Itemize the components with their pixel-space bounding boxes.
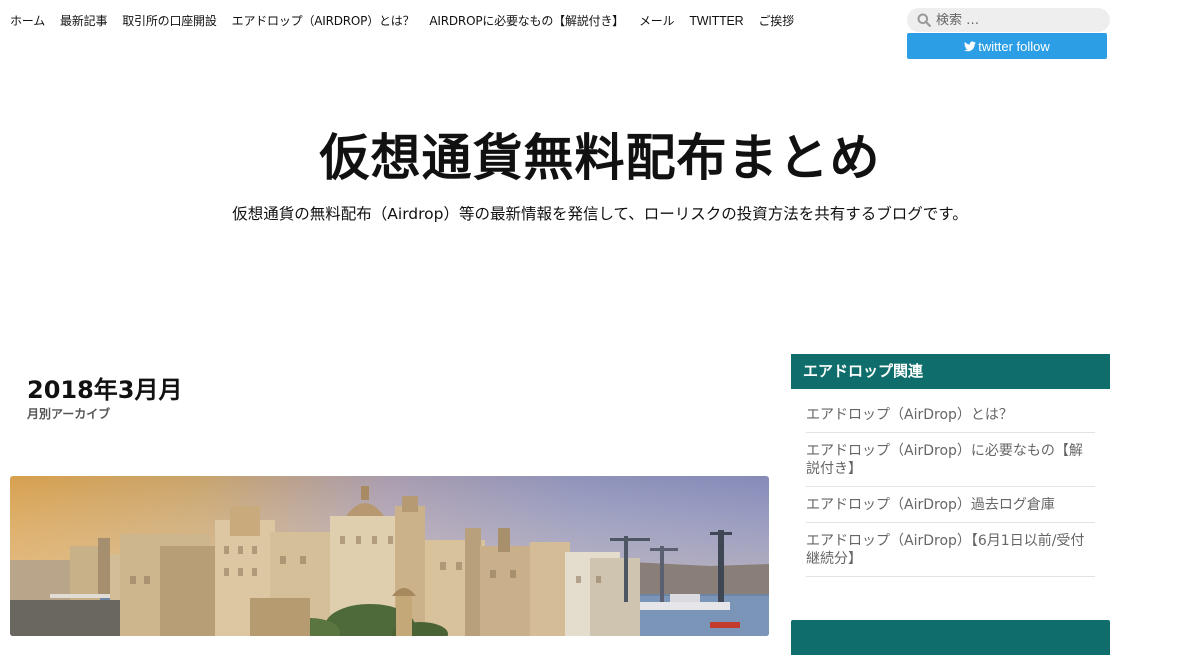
search-input[interactable] [936,12,1096,28]
widget-link-airdrop-archive[interactable]: エアドロップ（AirDrop）過去ログ倉庫 [806,487,1095,523]
widget-link-list: エアドロップ（AirDrop）とは？ エアドロップ（AirDrop）に必要なもの… [791,389,1110,577]
nav-item-exchange-account[interactable]: 取引所の口座開設 [122,12,217,29]
widget-link-airdrop-ongoing[interactable]: エアドロップ（AirDrop）【6月1日以前/受付継続分】 [806,523,1095,577]
nav-item-airdrop-requirements[interactable]: AIRDROPに必要なもの【解説付き】 [429,12,624,29]
nav-item-mail[interactable]: メール [639,12,675,29]
sidebar-widget-2-header [791,620,1110,655]
widget-link-what-is-airdrop[interactable]: エアドロップ（AirDrop）とは？ [806,397,1095,433]
site-title[interactable]: 仮想通貨無料配布まとめ [0,118,1200,190]
nav-item-what-is-airdrop[interactable]: エアドロップ（AIRDROP）とは？ [232,12,415,29]
archive-subtitle: 月別アーカイブ [27,407,111,421]
featured-post-image[interactable] [10,476,769,636]
top-navigation: ホーム 最新記事 取引所の口座開設 エアドロップ（AIRDROP）とは？ AIR… [10,12,794,29]
widget-link-airdrop-requirements[interactable]: エアドロップ（AirDrop）に必要なもの【解説付き】 [806,433,1095,487]
nav-item-latest-posts[interactable]: 最新記事 [60,12,107,29]
sidebar-widget-airdrop: エアドロップ関連 エアドロップ（AirDrop）とは？ エアドロップ（AirDr… [791,354,1110,577]
nav-item-greeting[interactable]: ご挨拶 [759,12,795,29]
search-box [907,8,1110,32]
search-icon [917,13,931,27]
widget-title: エアドロップ関連 [791,354,1110,389]
nav-item-home[interactable]: ホーム [10,12,45,29]
nav-item-twitter[interactable]: TWITTER [689,14,743,28]
twitter-follow-label: twitter follow [978,38,1050,54]
twitter-bird-icon [964,41,977,51]
site-description: 仮想通貨の無料配布（Airdrop）等の最新情報を発信して、ローリスクの投資方法… [232,205,968,223]
twitter-follow-button[interactable]: twitter follow [907,33,1107,59]
archive-title: 2018年3月月 [27,376,183,404]
